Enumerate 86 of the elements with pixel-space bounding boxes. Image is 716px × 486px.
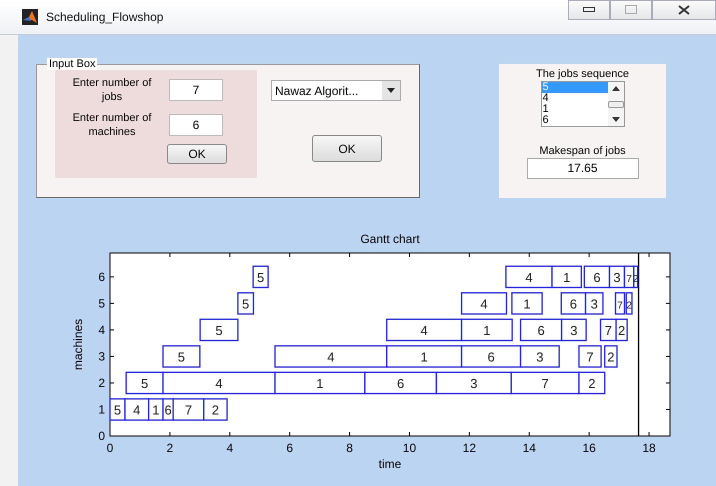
task-bar: 6 bbox=[364, 372, 438, 394]
task-bar: 5 bbox=[199, 318, 239, 342]
task-bar: 5 bbox=[109, 398, 126, 421]
machines-label: Enter number of machines bbox=[72, 111, 152, 139]
dropdown-arrow-icon bbox=[387, 88, 395, 93]
x-tick-label: 6 bbox=[286, 441, 294, 455]
task-bar: 4 bbox=[386, 318, 462, 342]
task-bar: 2 bbox=[604, 345, 618, 368]
task-bar: 6 bbox=[560, 292, 586, 315]
y-tick-label: 6 bbox=[98, 270, 105, 284]
y-tick-label: 4 bbox=[98, 322, 105, 337]
panel-title: Input Box bbox=[47, 58, 98, 70]
task-bar: 7 bbox=[600, 318, 617, 342]
window-title: Scheduling_Flowshop bbox=[46, 10, 164, 24]
task-bar: 3 bbox=[560, 318, 587, 342]
task-bar: 7 bbox=[510, 372, 580, 394]
maximize-icon bbox=[625, 5, 637, 15]
task-bar: 7 bbox=[614, 292, 626, 315]
y-tick-label: 2 bbox=[98, 376, 105, 390]
list-item[interactable]: 1 bbox=[542, 104, 608, 115]
task-bar: 1 bbox=[274, 372, 366, 394]
task-bar: 4 bbox=[505, 266, 553, 288]
makespan-field: 17.65 bbox=[526, 158, 638, 179]
x-tick-label: 12 bbox=[462, 441, 476, 455]
makespan-label: Makespan of jobs bbox=[539, 145, 626, 158]
x-tick-label: 16 bbox=[582, 441, 596, 455]
jobs-field[interactable]: 7 bbox=[169, 79, 223, 101]
task-bar: 3 bbox=[520, 345, 560, 368]
task-bar: 6 bbox=[460, 345, 522, 368]
minimize-button[interactable] bbox=[568, 0, 610, 20]
y-tick-label: 5 bbox=[98, 296, 105, 310]
x-tick-label: 14 bbox=[522, 441, 536, 455]
task-bar: 5 bbox=[252, 266, 269, 288]
x-tick-label: 2 bbox=[166, 441, 174, 455]
task-bar: 5 bbox=[126, 372, 164, 394]
y-tick-label: 0 bbox=[98, 429, 105, 443]
x-axis-label: time bbox=[378, 457, 402, 471]
sequence-listbox[interactable]: 5 4 1 6 bbox=[540, 81, 624, 127]
task-bar: 3 bbox=[608, 266, 626, 288]
x-tick-label: 8 bbox=[346, 441, 353, 455]
task-bar: 6 bbox=[584, 266, 610, 288]
machines-field[interactable]: 6 bbox=[169, 114, 223, 136]
scroll-down-icon bbox=[612, 117, 620, 122]
task-bar: 7 bbox=[172, 398, 204, 421]
task-bar: 4 bbox=[124, 398, 150, 421]
task-bar: 1 bbox=[386, 345, 462, 368]
task-bar: 3 bbox=[436, 372, 512, 394]
task-bar: 7 bbox=[578, 345, 602, 368]
scrollbar[interactable] bbox=[608, 82, 624, 126]
task-bar: 4 bbox=[274, 345, 388, 368]
list-item[interactable]: 4 bbox=[542, 93, 608, 104]
x-tick-label: 18 bbox=[642, 441, 656, 455]
close-button[interactable] bbox=[652, 0, 716, 20]
task-bar: 6 bbox=[162, 398, 174, 421]
task-bar: 7 bbox=[624, 266, 634, 288]
list-item[interactable]: 6 bbox=[542, 115, 608, 126]
task-bar: 2 bbox=[578, 372, 606, 394]
task-bar: 3 bbox=[584, 292, 604, 315]
task-bar: 6 bbox=[520, 318, 562, 342]
y-tick-label: 3 bbox=[98, 349, 105, 364]
y-axis-label: machines bbox=[71, 318, 85, 370]
minimize-icon bbox=[583, 7, 595, 13]
scroll-up-icon bbox=[612, 86, 620, 91]
y-tick-label: 1 bbox=[98, 402, 105, 416]
x-tick-label: 10 bbox=[402, 441, 416, 455]
task-bar: 1 bbox=[460, 318, 513, 342]
chart-title: Gantt chart bbox=[360, 232, 420, 246]
task-bar: 1 bbox=[148, 398, 164, 421]
ok-button[interactable]: OK bbox=[167, 144, 227, 164]
algorithm-dropdown[interactable]: Nawaz Algorit... bbox=[271, 80, 401, 101]
task-bar: 5 bbox=[162, 345, 200, 368]
task-bar: 4 bbox=[162, 372, 276, 394]
task-bar: 2 bbox=[615, 318, 628, 342]
close-icon bbox=[678, 5, 690, 15]
scroll-thumb[interactable] bbox=[608, 100, 624, 108]
sequence-label: The jobs sequence bbox=[536, 68, 629, 81]
x-tick-label: 4 bbox=[226, 441, 234, 455]
task-bar: 1 bbox=[511, 292, 543, 315]
x-tick-label: 0 bbox=[106, 441, 114, 455]
jobs-label: Enter number of jobs bbox=[72, 76, 152, 104]
task-bar: 2 bbox=[203, 398, 228, 421]
ok-button[interactable]: OK bbox=[312, 135, 382, 162]
app-logo-icon bbox=[22, 9, 38, 25]
task-bar: 1 bbox=[551, 266, 582, 288]
task-bar: 4 bbox=[460, 292, 508, 315]
task-bar: 5 bbox=[237, 292, 254, 315]
